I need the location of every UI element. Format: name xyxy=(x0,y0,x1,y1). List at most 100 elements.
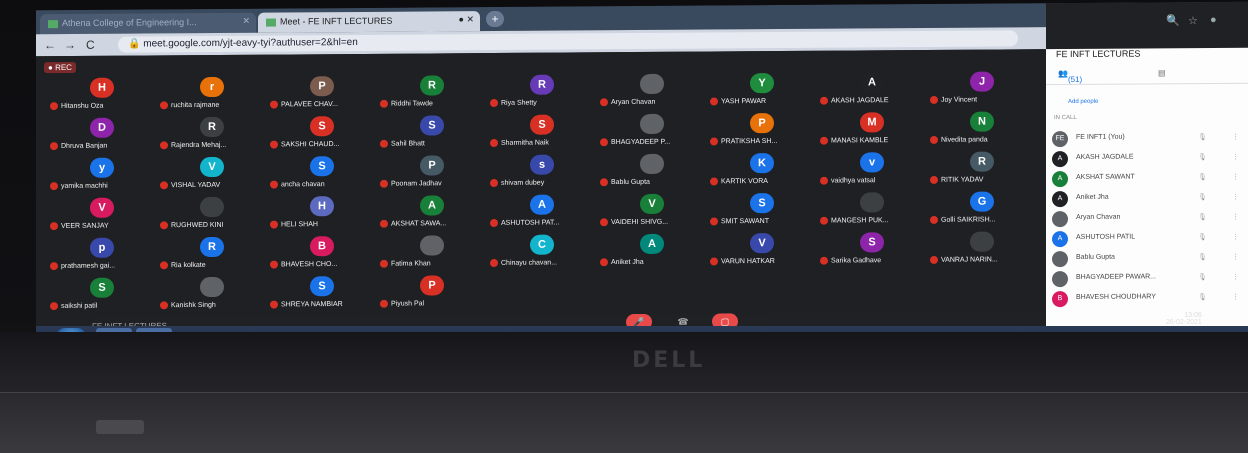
participant-tile[interactable]: G Golli SAIKRISH... xyxy=(930,191,1048,230)
participant-name: VANRAJ NARIN... xyxy=(930,255,1048,264)
participant-name: RUGHWED KINI xyxy=(160,221,278,230)
participant-tile[interactable]: N Nivedita panda xyxy=(930,111,1048,150)
participant-tile[interactable]: A ASHUTOSH PAT... xyxy=(490,194,608,233)
participant-tile[interactable]: A AKSHAT SAWA... xyxy=(380,195,498,234)
participant-tile[interactable]: Ssaikshi patil xyxy=(50,277,168,316)
participant-tile[interactable]: RUGHWED KINI xyxy=(160,196,278,236)
participant-tile[interactable]: S Sahil Bhatt xyxy=(380,115,498,154)
participant-tile[interactable]: Sancha chavan xyxy=(270,156,388,195)
more-options-icon[interactable]: ⋮ xyxy=(1232,253,1239,261)
people-row[interactable]: A Aniket Jha 🎙 ⋮ xyxy=(1046,188,1248,209)
participant-name: PALAVEE CHAV... xyxy=(270,100,388,109)
people-row[interactable]: B BHAVESH CHOUDHARY 🎙 ⋮ xyxy=(1046,288,1248,309)
people-row[interactable]: A AKSHAT SAWANT 🎙 ⋮ xyxy=(1046,168,1248,189)
participant-tile[interactable]: A AKASH JAGDALE xyxy=(820,72,938,111)
participant-tile[interactable]: Aryan Chavan xyxy=(600,73,718,112)
participant-tile[interactable]: S SAKSHI CHAUD... xyxy=(270,116,388,155)
participant-name: Chinayu chavan... xyxy=(490,258,608,268)
participant-tile[interactable]: r ruchita rajmane xyxy=(160,76,278,116)
participant-tile[interactable]: S SMIT SAWANT xyxy=(710,193,828,232)
tab-athena[interactable]: Athena College of Engineering I... ✕ xyxy=(40,12,256,35)
participant-tile[interactable]: R RITIK YADAV xyxy=(930,151,1048,190)
participant-tile[interactable]: p prathamesh gai... xyxy=(50,237,168,276)
new-tab-button[interactable]: + xyxy=(486,10,504,28)
participant-tile[interactable]: Fatima Khan xyxy=(380,235,498,274)
participant-tile[interactable]: MANGESH PUK... xyxy=(820,192,938,231)
participant-tile[interactable]: R Riddhi Tawde xyxy=(380,75,498,114)
people-row[interactable]: A AKASH JAGDALE 🎙 ⋮ xyxy=(1046,148,1248,169)
close-icon[interactable]: ● ✕ xyxy=(459,14,474,25)
participant-tile[interactable]: S Sarika Gadhave xyxy=(820,232,938,271)
participant-tile[interactable]: P Poonam Jadhav xyxy=(380,155,498,194)
avatar: R xyxy=(200,236,224,258)
participant-tile[interactable]: S Sharmitha Naik xyxy=(490,114,608,153)
more-options-icon[interactable]: ⋮ xyxy=(1232,233,1239,241)
more-options-icon[interactable]: ⋮ xyxy=(1232,293,1239,301)
add-people-button[interactable]: Add people xyxy=(1068,99,1098,105)
forward-icon[interactable]: → xyxy=(64,38,76,52)
participant-tile[interactable]: V VARUN HATKAR xyxy=(710,233,828,272)
participant-tile[interactable]: H Hitanshu Oza xyxy=(50,77,168,116)
star-icon[interactable]: ☆ xyxy=(1188,14,1198,27)
participant-tile[interactable]: K KARTIK VORA xyxy=(710,153,828,192)
participant-count: (51) xyxy=(1067,74,1083,85)
participant-tile[interactable]: J Joy Vincent xyxy=(930,71,1048,110)
participant-tile[interactable]: C Chinayu chavan... xyxy=(490,234,608,273)
participant-tile[interactable]: y yamika machhi xyxy=(50,157,168,196)
participant-name-text: ancha chavan xyxy=(281,181,325,189)
mic-muted-icon xyxy=(160,261,168,270)
back-icon[interactable]: ← xyxy=(44,38,56,52)
participant-tile[interactable]: P PRATIKSHA SH... xyxy=(710,113,828,152)
participant-tile[interactable]: D Dhruva Banjan xyxy=(50,117,168,156)
participant-tile[interactable]: B BHAVESH CHO... xyxy=(270,236,388,275)
people-row[interactable]: BHAGYADEEP PAWAR... 🎙 ⋮ xyxy=(1046,268,1248,289)
browser-top-right: 🔍 ☆ ● xyxy=(1046,1,1248,50)
participant-tile[interactable]: R Riya Shetty xyxy=(490,74,608,113)
more-options-icon[interactable]: ⋮ xyxy=(1232,193,1239,201)
search-icon[interactable]: 🔍 xyxy=(1166,14,1180,27)
participant-tile[interactable]: S SHREYA NAMBIAR xyxy=(270,276,388,315)
chat-tab[interactable]: ▤ xyxy=(1158,68,1166,77)
more-options-icon[interactable]: ⋮ xyxy=(1232,273,1239,281)
mic-muted-icon xyxy=(380,99,388,108)
participant-tile[interactable]: v vaidhya vatsal xyxy=(820,152,938,191)
people-row[interactable]: Bablu Gupta 🎙 ⋮ xyxy=(1046,248,1248,269)
participant-tile[interactable]: V VAIDEHI SHIVG... xyxy=(600,193,718,232)
more-options-icon[interactable]: ⋮ xyxy=(1232,153,1239,161)
participant-tile[interactable]: H HELI SHAH xyxy=(270,196,388,235)
brand-logo: DELL xyxy=(632,348,706,373)
participant-tile[interactable]: R Rajendra Mehaj... xyxy=(160,116,278,156)
avatar xyxy=(1052,211,1068,228)
participant-tile[interactable]: s shivam dubey xyxy=(490,154,608,193)
participant-tile[interactable]: Bablu Gupta xyxy=(600,153,718,192)
participant-tile[interactable]: V VISHAL YADAV xyxy=(160,156,278,196)
avatar: p xyxy=(90,237,114,258)
tab-meet[interactable]: Meet - FE INFT LECTURES ● ✕ xyxy=(258,11,480,33)
close-icon[interactable]: ✕ xyxy=(242,16,250,27)
participant-tile[interactable]: Y YASH PAWAR xyxy=(710,73,828,112)
participant-tile[interactable]: P PALAVEE CHAV... xyxy=(270,76,388,115)
participant-tile[interactable]: M MANASI KAMBLE xyxy=(820,112,938,151)
participant-tile[interactable]: P Piyush Pal xyxy=(380,275,498,314)
participant-tile[interactable]: BHAGYADEEP P... xyxy=(600,113,718,152)
more-options-icon[interactable]: ⋮ xyxy=(1232,133,1239,141)
participant-tile[interactable]: V VEER SANJAY xyxy=(50,197,168,236)
more-options-icon[interactable]: ⋮ xyxy=(1232,213,1239,221)
mic-muted-icon xyxy=(50,262,58,271)
participant-tile[interactable]: VANRAJ NARIN... xyxy=(930,231,1048,270)
participant-tile[interactable]: R Ria kolkate xyxy=(160,236,278,276)
people-row[interactable]: FE FE INFT1 (You) 🎙 ⋮ xyxy=(1046,128,1248,149)
more-options-icon[interactable]: ⋮ xyxy=(1232,173,1239,181)
participant-tile[interactable]: Kanishk Singh xyxy=(160,276,278,316)
participant-name-text: Riya Shetty xyxy=(501,99,537,107)
people-row[interactable]: A ASHUTOSH PATIL 🎙 ⋮ xyxy=(1046,228,1248,249)
participant-tile[interactable]: A Aniket Jha xyxy=(600,233,718,272)
profile-icon[interactable]: ● xyxy=(1210,14,1217,26)
mic-muted-icon xyxy=(380,219,388,228)
people-row[interactable]: Aryan Chavan 🎙 ⋮ xyxy=(1046,208,1248,229)
mic-muted-icon xyxy=(490,259,498,268)
people-tab[interactable]: 👥 (51) xyxy=(1058,69,1082,84)
avatar: A xyxy=(420,195,444,216)
participant-name: SMIT SAWANT xyxy=(710,217,828,226)
reload-icon[interactable]: C xyxy=(86,38,95,52)
